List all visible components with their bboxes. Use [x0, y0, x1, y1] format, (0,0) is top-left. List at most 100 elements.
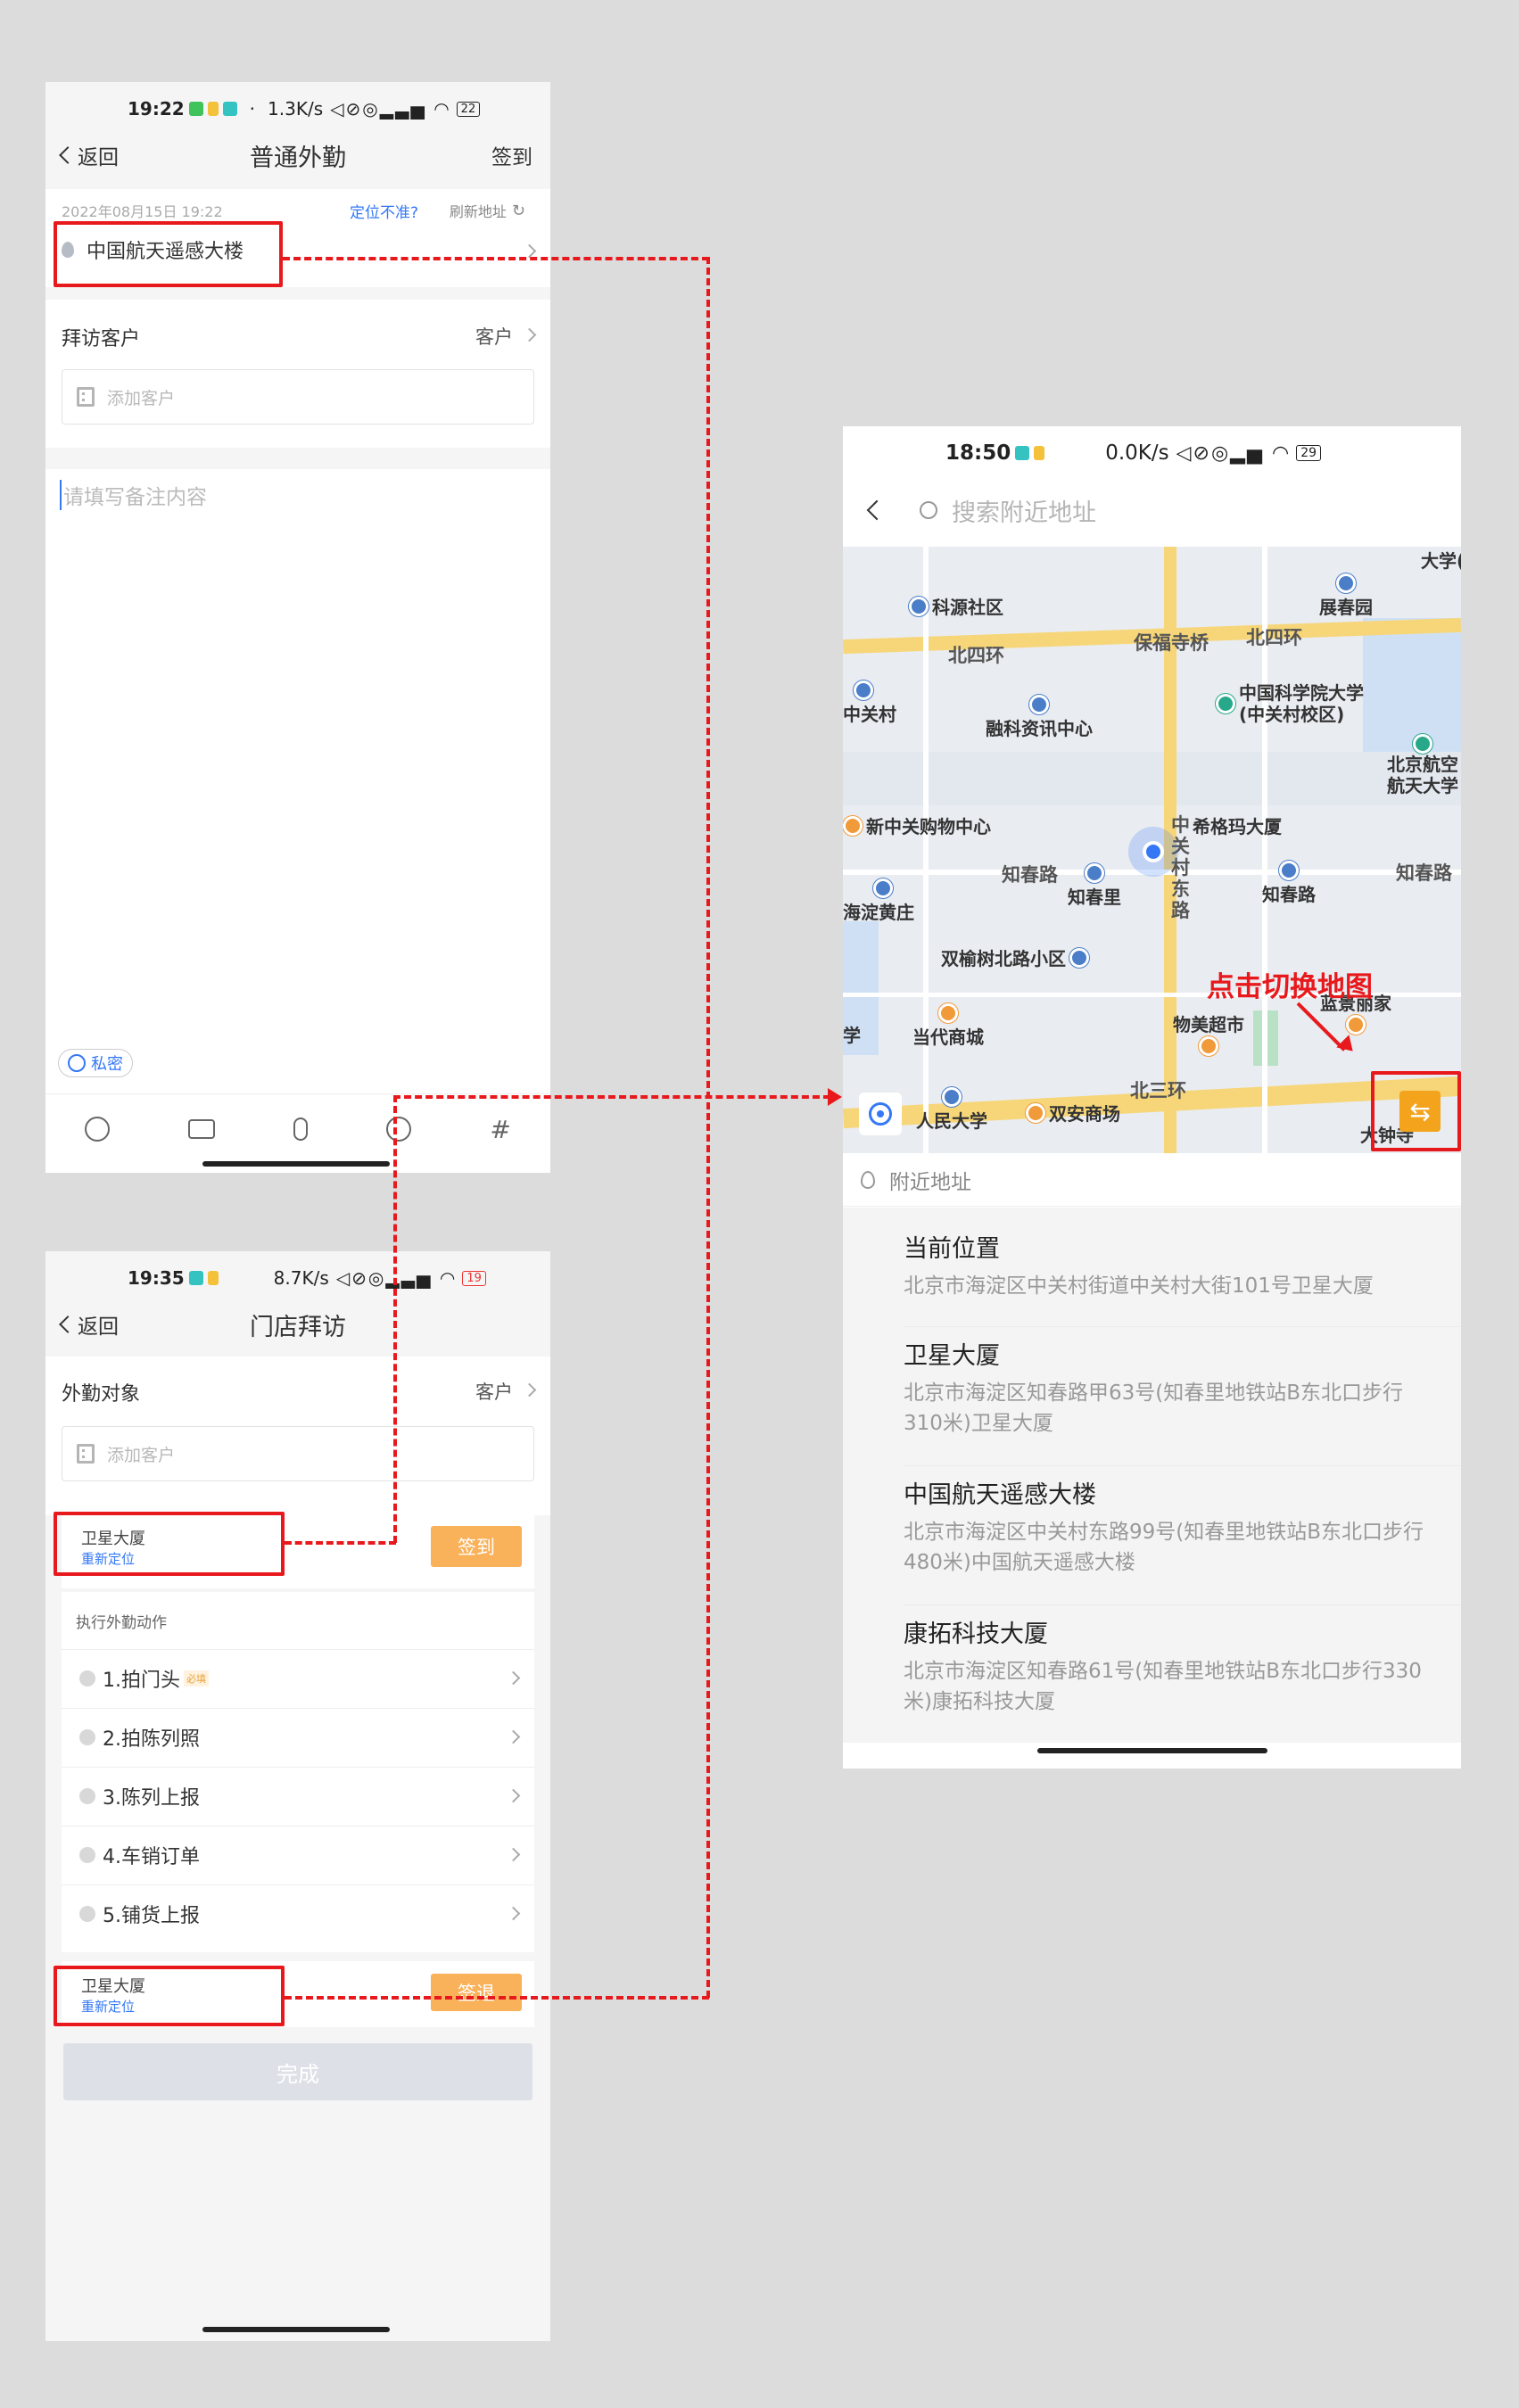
- address-item[interactable]: 中国航天遥感大楼 北京市海淀区中关村东路99号(知春里地铁站B东北口步行480米…: [904, 1475, 1461, 1605]
- map-poi[interactable]: 双安商场: [1026, 1100, 1120, 1126]
- at-icon[interactable]: [386, 1117, 412, 1142]
- add-customer-input[interactable]: 添加客户: [62, 1426, 534, 1481]
- globe-icon: [68, 1054, 86, 1072]
- map-poi[interactable]: 北京航空 航天大学: [1387, 734, 1458, 796]
- signal-icon: ◁⊘◎▂▅ ◠: [1176, 441, 1292, 465]
- signal-icon: ◁⊘◎▂▃▅ ◠: [330, 98, 451, 120]
- checkin-button[interactable]: 签到: [431, 1526, 522, 1567]
- toolbar: #: [45, 1102, 550, 1156]
- note-area[interactable]: 请填写备注内容 私密 #: [45, 469, 550, 1173]
- map-poi[interactable]: 新中关购物中心: [843, 812, 991, 838]
- connector: [283, 257, 709, 260]
- battery-icon: 29: [1296, 445, 1322, 461]
- action-item[interactable]: 5.铺货上报: [62, 1884, 534, 1942]
- highlight-location: [54, 221, 283, 287]
- status-bar: 19:35 8.7K/s ◁⊘◎▂▃▅ ◠ 19: [45, 1251, 550, 1305]
- address-item[interactable]: 卫星大厦 北京市海淀区知春路甲63号(知春里地铁站B东北口步行310米)卫星大厦: [904, 1336, 1461, 1466]
- map-poi[interactable]: 中国科学院大学 (中关村校区): [1216, 682, 1364, 725]
- map-poi[interactable]: 当代商城: [912, 1003, 984, 1049]
- visit-customer-value[interactable]: 客户: [475, 323, 513, 350]
- map-poi[interactable]: 希格玛大厦: [1193, 812, 1282, 838]
- search-icon: [920, 501, 937, 519]
- hand-icon: [207, 1271, 219, 1285]
- action-item[interactable]: 4.车销订单: [62, 1826, 534, 1883]
- map-poi[interactable]: 融科资讯中心: [986, 695, 1093, 740]
- map-poi[interactable]: 知春路: [1262, 861, 1316, 906]
- map-poi[interactable]: 双榆树北路小区: [941, 944, 1089, 970]
- clock-icon: [79, 1787, 95, 1804]
- highlight-checkin: [54, 1512, 285, 1576]
- search-input[interactable]: 搜索附近地址: [952, 493, 1096, 528]
- action-item[interactable]: 1.拍门头 必填: [62, 1649, 534, 1706]
- actions-title: 执行外勤动作: [76, 1614, 167, 1632]
- chevron-right-icon: [506, 1847, 521, 1862]
- wechat-icon: [188, 102, 203, 116]
- pin-icon: [861, 1170, 875, 1189]
- target-card: 外勤对象 客户 添加客户: [45, 1357, 550, 1515]
- screen-map-picker: 18:50 0.0K/s ◁⊘◎▂▅ ◠ 29 搜索附近地址 北四环 保福寺桥 …: [843, 426, 1461, 1769]
- datetime: 2022年08月15日 19:22: [62, 203, 223, 220]
- hash-icon[interactable]: #: [490, 1115, 510, 1144]
- mic-icon[interactable]: [293, 1117, 309, 1141]
- hand-icon: [207, 102, 219, 116]
- checkout-button[interactable]: 签退: [431, 1974, 522, 2011]
- back-icon[interactable]: [866, 499, 887, 521]
- map-poi[interactable]: 展春园: [1319, 573, 1373, 619]
- map-poi[interactable]: 海淀黄庄: [843, 878, 914, 924]
- chevron-right-icon: [506, 1729, 521, 1744]
- connector: [285, 1996, 709, 2000]
- map-poi[interactable]: 知春里: [1068, 863, 1121, 909]
- map-poi[interactable]: 人民大学: [916, 1087, 987, 1133]
- status-bar: 18:50 0.0K/s ◁⊘◎▂▅ ◠ 29: [843, 426, 1461, 480]
- crosshair-icon: [869, 1102, 892, 1126]
- location-hint-link[interactable]: 定位不准?: [350, 200, 418, 222]
- address-item[interactable]: 当前位置 北京市海淀区中关村街道中关村大街101号卫星大厦: [904, 1229, 1461, 1327]
- visit-customer-label: 拜访客户: [62, 328, 141, 350]
- actions-card: 执行外勤动作 1.拍门头 必填 2.拍陈列照 3.陈列上报 4.车销订单 5.铺货…: [62, 1592, 534, 1952]
- chevron-right-icon: [522, 1382, 537, 1398]
- map-view[interactable]: 北四环 保福寺桥 北四环 知春路 中关村东路 知春路 北三环 科源社区 展春园 …: [843, 547, 1461, 1153]
- battery-icon: 22: [456, 101, 481, 117]
- app-icon: [188, 1271, 203, 1285]
- private-toggle[interactable]: 私密: [58, 1049, 133, 1077]
- status-bar: 19:22 · 1.3K/s ◁⊘◎▂▃▅ ◠ 22: [45, 82, 550, 136]
- building-icon: [77, 387, 95, 407]
- note-textarea[interactable]: 请填写备注内容: [60, 480, 207, 510]
- map-poi[interactable]: 物美超市: [1173, 1010, 1244, 1056]
- map-poi[interactable]: 科源社区: [909, 593, 1003, 619]
- nearby-header: 附近地址: [843, 1153, 1461, 1207]
- checkin-button[interactable]: 签到: [491, 140, 532, 170]
- smile-icon[interactable]: [85, 1117, 111, 1142]
- connector: [285, 1541, 396, 1545]
- map-poi[interactable]: 学: [843, 1021, 861, 1047]
- done-button[interactable]: 完成: [63, 2043, 532, 2100]
- target-value[interactable]: 客户: [475, 1378, 513, 1405]
- locate-button[interactable]: [859, 1093, 902, 1135]
- map-poi[interactable]: 大学(: [1421, 547, 1461, 573]
- search-bar: 搜索附近地址: [843, 478, 1461, 542]
- refresh-address-button[interactable]: 刷新地址 ↻: [450, 200, 525, 221]
- action-item[interactable]: 3.陈列上报: [62, 1767, 534, 1824]
- annotation-text: 点击切换地图: [1207, 971, 1373, 1003]
- add-customer-input[interactable]: 添加客户: [62, 369, 534, 425]
- nav-bar: 返回 普通外勤 签到: [45, 128, 550, 182]
- connector: [393, 1095, 830, 1099]
- highlight-checkout: [54, 1966, 285, 2026]
- clock-icon: [79, 1670, 95, 1686]
- chevron-right-icon: [522, 243, 537, 259]
- page-title: 门店拜访: [250, 1313, 346, 1341]
- switch-map-highlight: [1371, 1071, 1461, 1151]
- current-location-marker: [1143, 841, 1164, 862]
- camera-icon[interactable]: [188, 1119, 216, 1139]
- clock-icon: [79, 1905, 95, 1922]
- app-icon: [1015, 446, 1030, 460]
- clock-icon: [79, 1728, 95, 1745]
- required-tag: 必填: [184, 1670, 209, 1686]
- map-poi[interactable]: 中关村: [843, 680, 896, 726]
- chevron-right-icon: [522, 327, 537, 342]
- screen-store-visit: 19:35 8.7K/s ◁⊘◎▂▃▅ ◠ 19 返回 门店拜访 外勤对象 客户…: [45, 1251, 550, 2341]
- address-item[interactable]: 康拓科技大厦 北京市海淀区知春路61号(知春里地铁站B东北口步行330米)康拓科…: [904, 1614, 1461, 1744]
- chevron-right-icon: [506, 1670, 521, 1686]
- battery-icon: 19: [462, 1270, 486, 1286]
- action-item[interactable]: 2.拍陈列照: [62, 1708, 534, 1765]
